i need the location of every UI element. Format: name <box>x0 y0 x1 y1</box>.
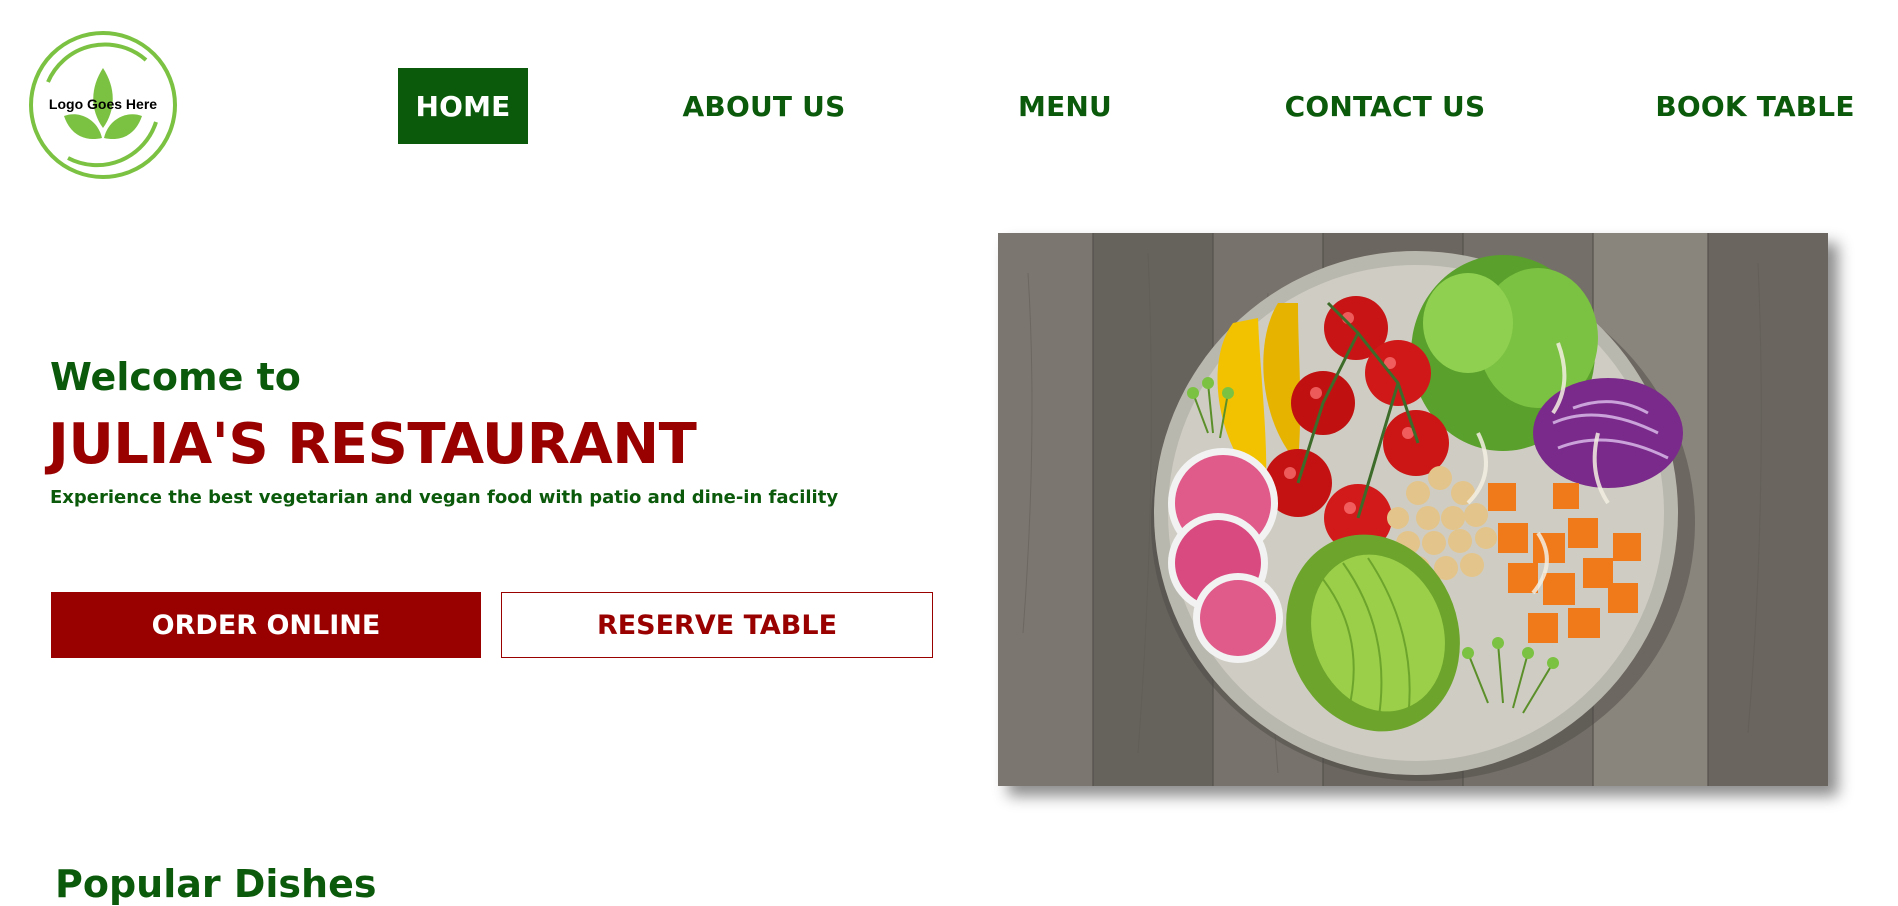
tagline: Experience the best vegetarian and vegan… <box>50 487 839 508</box>
order-online-button[interactable]: ORDER ONLINE <box>51 592 481 658</box>
welcome-heading: Welcome to <box>50 355 301 399</box>
logo[interactable]: Logo Goes Here <box>28 30 178 180</box>
nav-menu[interactable]: MENU <box>1015 68 1115 144</box>
salad-bowl-icon <box>998 233 1828 786</box>
nav-book-table[interactable]: BOOK TABLE <box>1655 68 1855 144</box>
nav-home[interactable]: HOME <box>398 68 528 144</box>
popular-dishes-heading: Popular Dishes <box>55 862 377 906</box>
reserve-table-button[interactable]: RESERVE TABLE <box>501 592 933 658</box>
restaurant-name: JULIA'S RESTAURANT <box>48 412 697 477</box>
hero-food-image <box>998 233 1828 786</box>
nav-contact-us[interactable]: CONTACT US <box>1285 68 1485 144</box>
nav-about-us[interactable]: ABOUT US <box>680 68 848 144</box>
logo-text: Logo Goes Here <box>48 96 158 112</box>
